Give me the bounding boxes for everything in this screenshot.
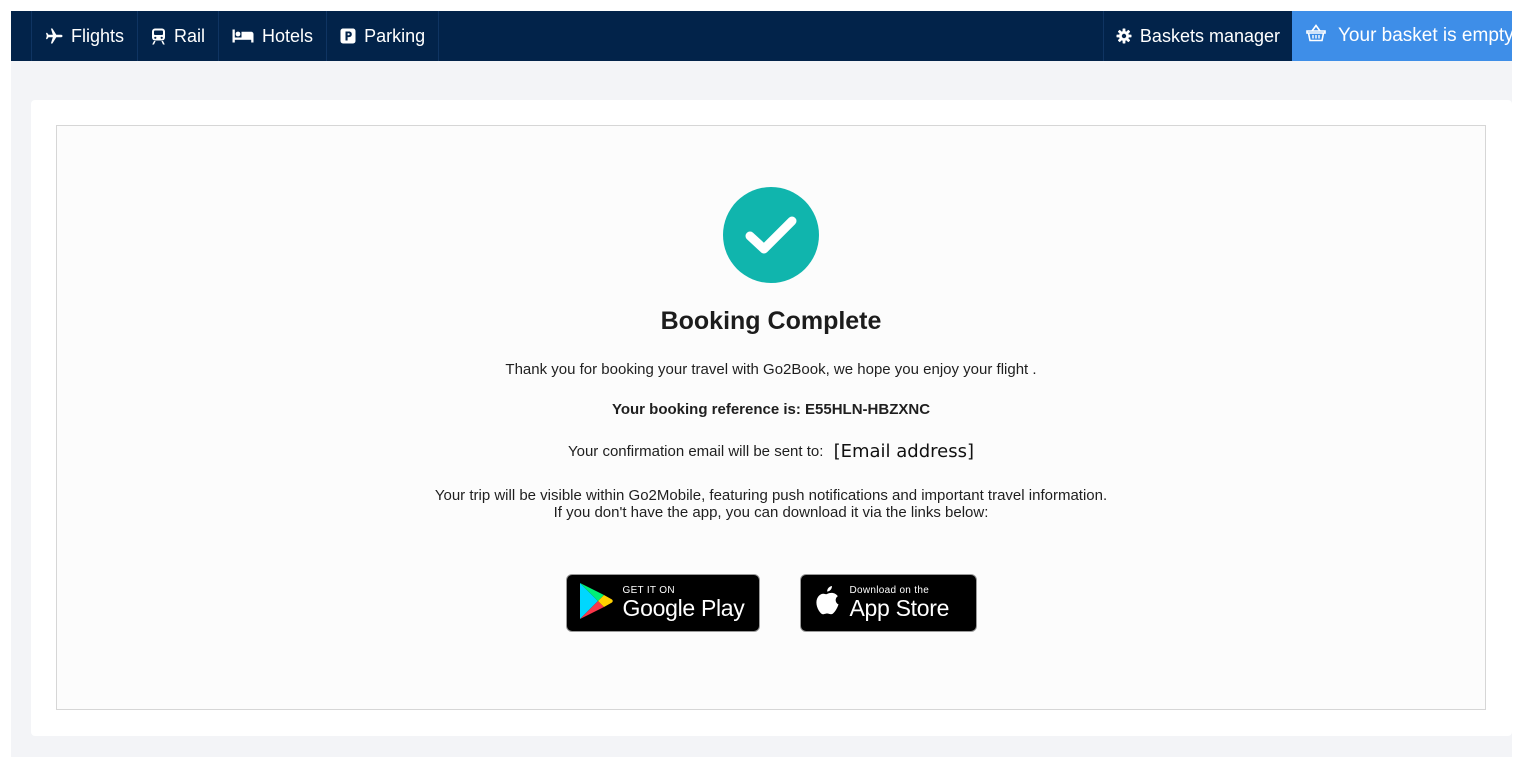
google-play-text: GET IT ON Google Play — [623, 585, 745, 621]
nav-left-group: Flights Rail Hotels Parking — [11, 11, 440, 61]
app-info-line-1: Your trip will be visible within Go2Mobi… — [434, 487, 1108, 504]
train-icon — [151, 28, 166, 45]
nav-item-parking[interactable]: Parking — [326, 11, 440, 61]
app-store-text: Download on the App Store — [850, 585, 950, 621]
app-store-big-text: App Store — [849, 595, 950, 621]
page-title: Booking Complete — [660, 307, 882, 335]
nav-item-rail[interactable]: Rail — [137, 11, 218, 61]
top-navigation: Flights Rail Hotels Parking Baskets mana… — [11, 11, 1514, 61]
booking-reference: Your booking reference is: E55HLN-HBZXNC — [611, 401, 931, 418]
email-line: Your confirmation email will be sent to:… — [57, 441, 1485, 462]
confirmation-box: Booking Complete Thank you for booking y… — [56, 125, 1486, 710]
nav-item-flights[interactable]: Flights — [31, 11, 137, 61]
basket-label: Your basket is empty — [1338, 25, 1514, 46]
plane-icon — [45, 28, 63, 44]
nav-label-parking: Parking — [364, 25, 426, 46]
email-value: [Email address] — [833, 441, 974, 462]
google-play-big-text: Google Play — [622, 595, 745, 621]
confirmation-panel: Booking Complete Thank you for booking y… — [31, 100, 1512, 736]
app-store-badge[interactable]: Download on the App Store — [799, 574, 977, 632]
baskets-manager-label: Baskets manager — [1139, 25, 1280, 46]
check-circle-icon — [723, 187, 819, 283]
gear-icon — [1116, 28, 1132, 44]
nav-label-hotels: Hotels — [262, 25, 314, 46]
app-badges: GET IT ON Google Play Download on the Ap… — [57, 574, 1485, 632]
google-play-icon — [579, 582, 613, 625]
nav-label-rail: Rail — [174, 25, 206, 46]
app-info-line-2: If you don't have the app, you can downl… — [553, 504, 989, 521]
basket-icon — [1306, 24, 1326, 48]
thank-you-text: Thank you for booking your travel with G… — [505, 361, 1037, 378]
nav-label-flights: Flights — [71, 25, 125, 46]
email-label: Your confirmation email will be sent to: — [567, 443, 824, 460]
bed-icon — [232, 29, 254, 43]
google-play-badge[interactable]: GET IT ON Google Play — [565, 574, 760, 632]
basket-button[interactable]: Your basket is empty — [1292, 11, 1514, 61]
baskets-manager-button[interactable]: Baskets manager — [1102, 11, 1292, 61]
nav-right-group: Baskets manager Your basket is empty — [1102, 11, 1514, 61]
nav-item-hotels[interactable]: Hotels — [218, 11, 326, 61]
app-frame: Flights Rail Hotels Parking Baskets mana… — [11, 11, 1514, 757]
parking-icon — [340, 28, 356, 44]
apple-icon — [813, 585, 841, 622]
